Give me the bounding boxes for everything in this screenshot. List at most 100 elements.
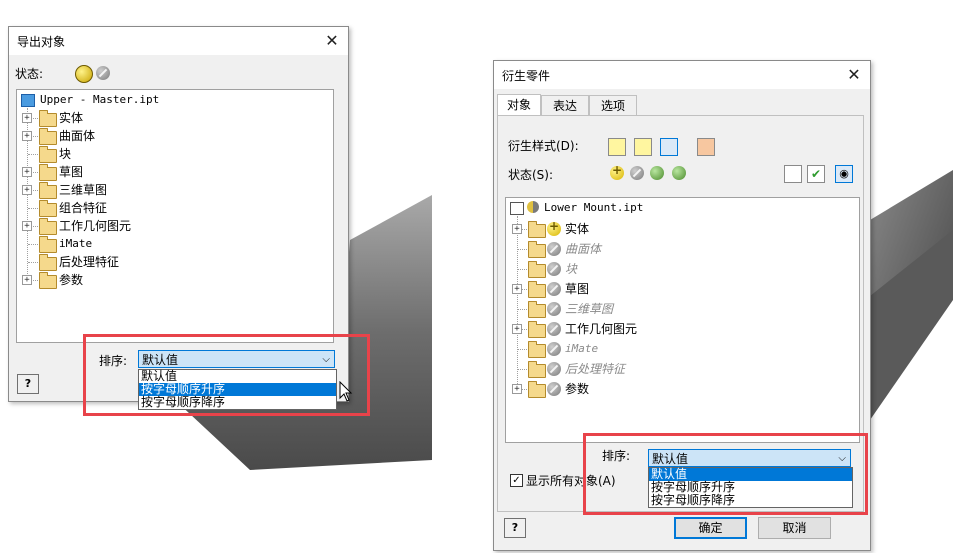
tree-node-label: 曲面体	[59, 129, 96, 143]
folder-icon	[528, 361, 546, 378]
expand-icon[interactable]: +	[22, 275, 32, 285]
expand-icon[interactable]: +	[512, 224, 522, 234]
folder-icon	[39, 182, 57, 199]
tab-options[interactable]: 选项	[589, 95, 637, 116]
exclude-state-icon[interactable]	[547, 242, 561, 256]
close-icon[interactable]: ✕	[322, 31, 342, 51]
dialog-title: 衍生零件	[502, 69, 551, 83]
tree-root-label: Lower Mount.ipt	[544, 201, 644, 214]
exclude-state-icon[interactable]	[547, 342, 561, 356]
tree-node-label: 参数	[565, 382, 590, 396]
derive-style-label: 衍生样式(D):	[508, 139, 579, 153]
tree-node[interactable]: + 参数	[506, 380, 836, 398]
state-include-icon[interactable]	[610, 163, 624, 180]
highlight-box-left	[83, 334, 370, 416]
tree-node-label: 后处理特征	[565, 362, 626, 376]
tree-node[interactable]: + 草图	[506, 280, 836, 298]
help-button[interactable]: ?	[504, 518, 526, 538]
mixed-state-icon	[527, 201, 539, 213]
folder-icon	[528, 301, 546, 318]
folder-icon	[528, 341, 546, 358]
exclude-state-icon[interactable]	[547, 322, 561, 336]
expand-icon[interactable]: +	[512, 284, 522, 294]
tree-node-label: 组合特征	[59, 201, 108, 215]
object-tree: Upper - Master.ipt + 实体 + 曲面体块 + 草图 + 三维草图 组合特征 +…	[16, 89, 334, 343]
tree-node[interactable]: + 曲面体	[17, 127, 317, 145]
tree-node[interactable]: + 三维草图	[17, 181, 317, 199]
tree-node[interactable]: 后处理特征	[17, 253, 317, 271]
tab-objects[interactable]: 对象	[497, 94, 541, 116]
folder-icon	[528, 261, 546, 278]
tab-representation[interactable]: 表达	[541, 95, 589, 116]
state-include-icon[interactable]	[75, 65, 93, 83]
exclude-state-icon[interactable]	[547, 382, 561, 396]
expand-icon[interactable]: +	[22, 131, 32, 141]
select-cursor-icon[interactable]	[784, 165, 802, 183]
tree-node[interactable]: + 工作几何图元	[506, 320, 836, 338]
ok-button[interactable]: 确定	[674, 517, 747, 539]
expand-icon[interactable]: +	[22, 221, 32, 231]
tree-node-label: 实体	[59, 111, 84, 125]
surface-body-style-icon[interactable]	[660, 138, 678, 156]
cancel-button[interactable]: 取消	[758, 517, 831, 539]
exclude-state-icon[interactable]	[547, 262, 561, 276]
eye-icon[interactable]: ◉	[835, 165, 853, 183]
exclude-state-icon[interactable]	[547, 362, 561, 376]
expand-icon[interactable]: +	[512, 384, 522, 394]
tree-node[interactable]: 块	[17, 145, 317, 163]
expand-icon[interactable]: +	[512, 324, 522, 334]
tree-node-label: 工作几何图元	[59, 219, 132, 233]
include-state-icon[interactable]	[547, 219, 561, 236]
help-button[interactable]: ?	[17, 374, 39, 394]
folder-icon	[39, 110, 57, 127]
tree-node[interactable]: 曲面体	[506, 240, 836, 258]
state-label: 状态(S):	[508, 168, 554, 182]
single-solid-style-icon[interactable]	[608, 138, 626, 156]
state-exclude-icon[interactable]	[630, 166, 644, 180]
tree-node-label: 后处理特征	[59, 255, 120, 269]
folder-icon	[39, 254, 57, 271]
show-all-checkbox[interactable]: ✓	[510, 474, 523, 487]
tree-node-label: 草图	[59, 165, 84, 179]
expand-icon[interactable]: +	[22, 113, 32, 123]
tree-node[interactable]: 三维草图	[506, 300, 836, 318]
folder-icon	[39, 236, 57, 253]
tree-node[interactable]: iMate	[17, 235, 317, 253]
tree-node[interactable]: + 工作几何图元	[17, 217, 317, 235]
tree-node-label: iMate	[565, 342, 599, 355]
tree-node[interactable]: + 参数	[17, 271, 317, 289]
folder-icon	[39, 272, 57, 289]
exclude-state-icon[interactable]	[547, 302, 561, 316]
expand-icon[interactable]: +	[22, 185, 32, 195]
work-surface-style-icon[interactable]	[697, 138, 715, 156]
tree-node[interactable]: 后处理特征	[506, 360, 836, 378]
state-mirror-icon[interactable]	[672, 166, 686, 180]
part-file-icon	[510, 202, 524, 215]
folder-icon	[39, 218, 57, 235]
folder-icon	[528, 281, 546, 298]
tree-node-label: iMate	[59, 237, 93, 250]
tree-node[interactable]: + 草图	[17, 163, 317, 181]
tree-node-label: 工作几何图元	[565, 322, 638, 336]
folder-icon	[528, 321, 546, 338]
folder-icon	[39, 164, 57, 181]
tree-node-label: 块	[59, 147, 72, 161]
composite-solid-style-icon[interactable]	[634, 138, 652, 156]
tree-node[interactable]: + 实体	[506, 219, 836, 238]
check-icon[interactable]: ✔	[807, 165, 825, 183]
state-exclude-icon[interactable]	[96, 66, 110, 80]
expand-icon[interactable]: +	[22, 167, 32, 177]
tree-node-label: 曲面体	[565, 242, 602, 256]
tree-node[interactable]: 组合特征	[17, 199, 317, 217]
title-bar: 衍生零件 ✕	[494, 61, 870, 89]
tree-node-label: 三维草图	[565, 302, 614, 316]
tree-node[interactable]: 块	[506, 260, 836, 278]
exclude-state-icon[interactable]	[547, 282, 561, 296]
state-flush-icon[interactable]	[650, 166, 664, 180]
tree-node-label: 参数	[59, 273, 84, 287]
tree-node[interactable]: iMate	[506, 340, 836, 358]
tree-node[interactable]: + 实体	[17, 109, 317, 127]
close-icon[interactable]: ✕	[844, 65, 864, 85]
folder-icon	[39, 200, 57, 217]
folder-icon	[39, 146, 57, 163]
